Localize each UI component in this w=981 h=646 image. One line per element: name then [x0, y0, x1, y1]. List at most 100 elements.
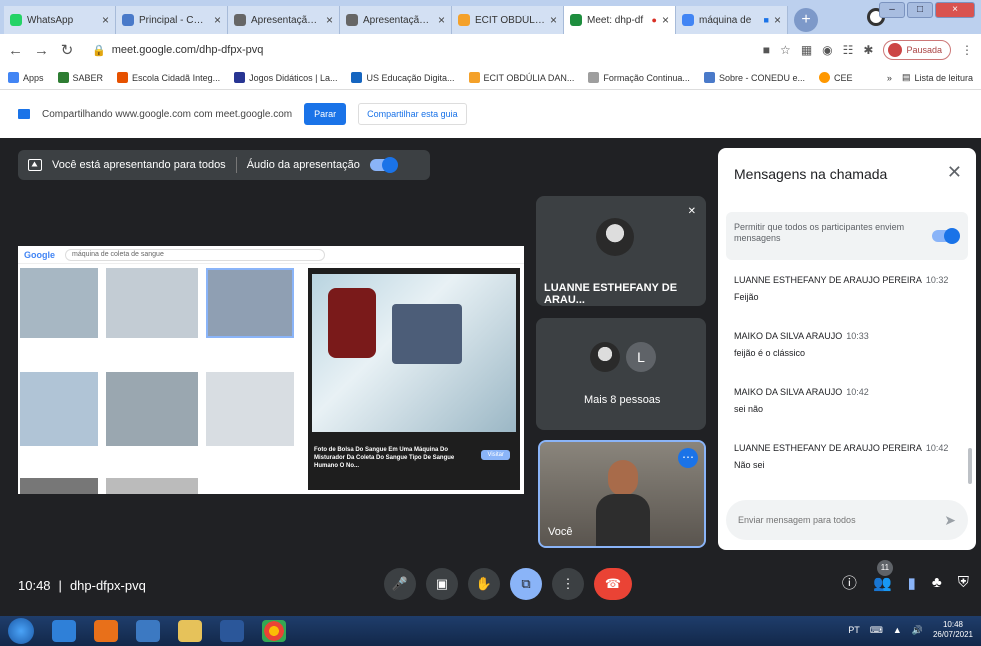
info-icon[interactable]: ⓘ — [842, 572, 857, 593]
start-button-icon[interactable] — [8, 618, 34, 644]
tab-whatsapp[interactable]: WhatsApp × — [4, 6, 116, 34]
end-call-button[interactable]: ☎ — [594, 568, 632, 600]
close-icon[interactable]: × — [214, 13, 221, 27]
toolbar-actions: ■ ☆ ▦ ◉ ☷ ✱ Pausada ⋮ — [763, 40, 973, 60]
chrome-icon[interactable] — [262, 620, 286, 642]
present-screen-button[interactable]: ⧉ — [510, 568, 542, 600]
tab-apresentacao-1[interactable]: Apresentação do × — [228, 6, 340, 34]
activities-icon[interactable]: ♣ — [932, 574, 942, 591]
visit-button: Visitar — [481, 450, 510, 460]
window-close-icon[interactable]: × — [935, 2, 975, 18]
language-indicator[interactable]: PT — [848, 625, 860, 635]
tab-principal-coned[interactable]: Principal - CONED × — [116, 6, 228, 34]
self-head — [608, 460, 638, 496]
forward-icon[interactable]: → — [34, 42, 49, 59]
bookmark-conedu[interactable]: Sobre - CONEDU e... — [703, 72, 805, 83]
chat-scrollbar[interactable] — [968, 448, 972, 484]
word-icon[interactable] — [220, 620, 244, 642]
firefox-icon[interactable] — [94, 620, 118, 642]
close-icon[interactable]: × — [662, 13, 669, 27]
more-people-label: Mais 8 pessoas — [584, 394, 661, 406]
bookmarks-right: » ▤ Lista de leitura — [887, 72, 973, 83]
raise-hand-button[interactable]: ✋ — [468, 568, 500, 600]
more-options-icon[interactable]: ⋯ — [678, 448, 698, 468]
new-tab-button[interactable]: + — [794, 8, 818, 32]
keyboard-icon[interactable]: ⌨ — [870, 625, 883, 636]
star-icon[interactable]: ☆ — [780, 43, 791, 57]
site-icon — [458, 14, 470, 26]
bookmark-us-educacao[interactable]: US Educação Digita... — [351, 72, 455, 83]
bookmark-escola[interactable]: Escola Cidadã Integ... — [117, 72, 220, 83]
self-view-tile[interactable]: ⋯ Você — [538, 440, 706, 548]
bookmark-cee[interactable]: CEE — [818, 72, 852, 83]
reload-icon[interactable]: ↻ — [60, 41, 74, 59]
reading-list-button[interactable]: ▤ Lista de leitura — [902, 72, 973, 83]
bookmark-apps[interactable]: Apps — [8, 72, 44, 83]
extension-icon-3[interactable]: ☷ — [843, 43, 854, 57]
more-bookmarks-icon[interactable]: » — [887, 73, 892, 83]
bookmark-label: Apps — [23, 72, 44, 83]
chat-message-input[interactable] — [738, 515, 945, 525]
lock-icon: 🔒 — [92, 44, 106, 57]
menu-icon[interactable]: ⋮ — [961, 43, 973, 57]
url-text: meet.google.com/dhp-dfpx-pvq — [111, 44, 264, 56]
minimize-icon[interactable]: – — [879, 2, 905, 18]
participant-tile[interactable]: ✕ LUANNE ESTHEFANY DE ARAU... — [536, 196, 706, 306]
camera-in-use-icon[interactable]: ■ — [763, 43, 770, 57]
allow-messages-toggle[interactable] — [932, 228, 960, 244]
more-options-button[interactable]: ⋮ — [552, 568, 584, 600]
tab-ecit[interactable]: ECIT OBDÚLIA D/ × — [452, 6, 564, 34]
file-explorer-icon[interactable] — [178, 620, 202, 642]
image-result-selected — [206, 268, 294, 338]
message-sender: LUANNE ESTHEFANY DE ARAUJO PEREIRA — [734, 275, 922, 285]
stop-sharing-button[interactable]: Parar — [304, 103, 347, 125]
people-button[interactable]: 👥 11 — [873, 559, 893, 592]
extension-icon[interactable]: ▦ — [801, 43, 812, 57]
close-icon[interactable]: × — [438, 13, 445, 27]
google-logo: Google — [24, 249, 55, 260]
network-icon[interactable]: ▲ — [893, 625, 902, 635]
system-clock[interactable]: 10:48 26/07/2021 — [933, 620, 973, 640]
profile-paused-button[interactable]: Pausada — [883, 40, 951, 60]
bookmark-formacao[interactable]: Formação Continua... — [588, 72, 690, 83]
send-icon[interactable]: ➤ — [944, 512, 956, 529]
address-bar[interactable]: 🔒 meet.google.com/dhp-dfpx-pvq — [86, 39, 751, 61]
tab-title: WhatsApp — [27, 14, 74, 26]
close-icon[interactable]: × — [550, 13, 557, 27]
host-controls-icon[interactable]: ⛨ — [958, 574, 969, 591]
close-icon[interactable]: × — [326, 13, 333, 27]
tab-apresentacao-2[interactable]: Apresentação do × — [340, 6, 452, 34]
site-icon — [234, 72, 246, 83]
maximize-icon[interactable]: □ — [907, 2, 933, 18]
chat-icon[interactable]: ▮ — [908, 574, 916, 592]
bookmark-saber[interactable]: SABER — [57, 72, 103, 83]
presentation-audio-label: Áudio da apresentação — [246, 159, 360, 171]
internet-explorer-icon[interactable] — [52, 620, 76, 642]
preview-title: Foto de Bolsa Do Sangue Em Uma Máquina D… — [314, 447, 455, 469]
avatar — [888, 43, 903, 57]
bookmark-jogos[interactable]: Jogos Didáticos | La... — [234, 72, 337, 83]
bookmark-label: Sobre - CONEDU e... — [718, 72, 805, 83]
camera-button[interactable]: ▣ — [426, 568, 458, 600]
close-icon[interactable]: × — [774, 13, 781, 27]
tab-title: Apresentação do — [363, 14, 433, 26]
message-text: feijão é o clássico — [734, 348, 806, 358]
media-player-icon[interactable] — [136, 620, 160, 642]
bookmark-label: ECIT OBDÚLIA DAN... — [483, 72, 575, 83]
close-icon[interactable]: ✕ — [947, 162, 962, 183]
tab-meet[interactable]: Meet: dhp-df ● × — [564, 6, 676, 34]
share-this-tab-button[interactable]: Compartilhar esta guia — [358, 103, 467, 125]
extension-icon-2[interactable]: ◉ — [822, 43, 832, 57]
message-sender: MAIKO DA SILVA ARAUJO — [734, 331, 843, 341]
microphone-button[interactable]: 🎤 — [384, 568, 416, 600]
bookmark-ecit[interactable]: ECIT OBDÚLIA DAN... — [468, 72, 575, 83]
back-icon[interactable]: ← — [8, 42, 23, 59]
volume-icon[interactable]: 🔊 — [912, 625, 923, 636]
tab-maquina[interactable]: máquina de ■ × — [676, 6, 788, 34]
separator: | — [58, 578, 62, 593]
close-icon[interactable]: × — [102, 13, 109, 27]
participants-count-badge: 11 — [876, 559, 893, 576]
puzzle-icon[interactable]: ✱ — [863, 43, 873, 57]
presentation-audio-toggle[interactable] — [369, 157, 398, 173]
more-participants-tile[interactable]: L Mais 8 pessoas — [536, 318, 706, 430]
